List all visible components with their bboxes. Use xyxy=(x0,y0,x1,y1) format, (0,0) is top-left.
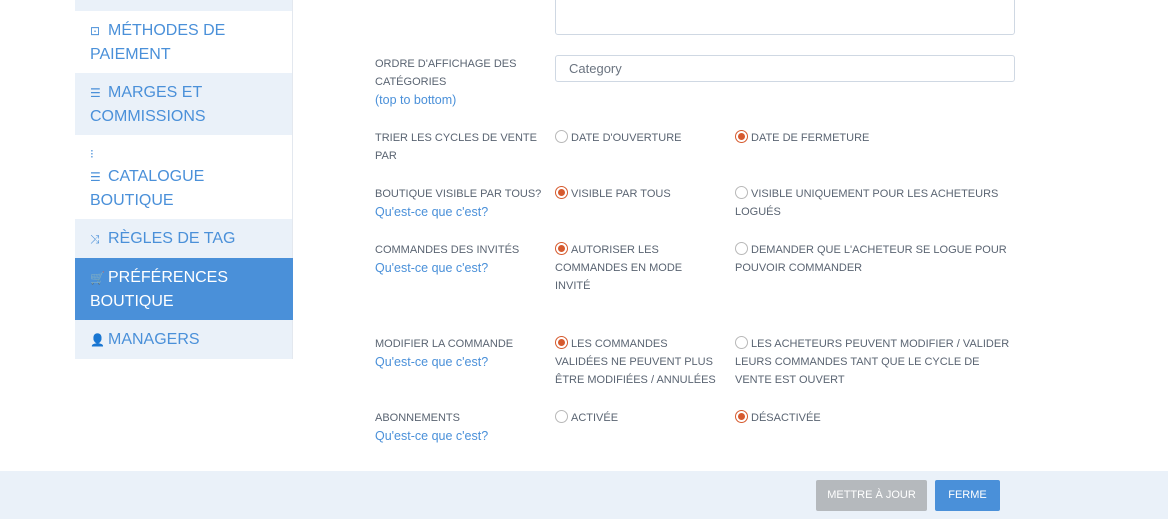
footer-bar: METTRE À JOUR FERME xyxy=(0,471,1168,519)
sidebar-item-label: CATALOGUE BOUTIQUE xyxy=(90,168,205,209)
user-icon: 👤 xyxy=(90,333,105,347)
radio-selected-icon xyxy=(555,242,568,255)
sidebar-item-label: PRÉFÉRENCES BOUTIQUE xyxy=(90,269,229,310)
money-icon: ⊡ xyxy=(90,24,101,38)
sidebar-top-remnant xyxy=(75,0,293,11)
sidebar-item-label: MARGES ET COMMISSIONS xyxy=(90,84,206,125)
update-button[interactable]: METTRE À JOUR xyxy=(816,480,927,511)
sidebar-item-margins[interactable]: ☰ MARGES ET COMMISSIONS xyxy=(75,73,293,135)
radio-icon xyxy=(555,130,568,143)
radio-allow-guest[interactable]: AUTORISER LES COMMANDES EN MODE INVITÉ xyxy=(555,241,720,295)
sidebar-item-managers[interactable]: 👤 MANAGERS xyxy=(75,320,293,359)
shop-visible-label: BOUTIQUE VISIBLE PAR TOUS? Qu'est-ce que… xyxy=(375,185,545,221)
radio-orders-editable[interactable]: LES ACHETEURS PEUVENT MODIFIER / VALIDER… xyxy=(735,335,1015,389)
category-order-label: ORDRE D'AFFICHAGE DES CATÉGORIES (top to… xyxy=(375,55,545,109)
sidebar-item-tag-rules[interactable]: ⤨ RÈGLES DE TAG xyxy=(75,219,293,258)
help-link[interactable]: Qu'est-ce que c'est? xyxy=(375,203,545,221)
radio-icon xyxy=(555,410,568,423)
radio-selected-icon xyxy=(735,410,748,423)
subscriptions-label: ABONNEMENTS Qu'est-ce que c'est? xyxy=(375,409,545,445)
radio-subscriptions-off[interactable]: DÉSACTIVÉE xyxy=(735,409,1015,427)
random-icon: ⤨ xyxy=(90,232,100,246)
radio-selected-icon xyxy=(555,186,568,199)
sidebar-item-label: MÉTHODES DE PAIEMENT xyxy=(90,22,226,63)
radio-closing-date[interactable]: DATE DE FERMETURE xyxy=(735,129,1015,147)
list-icon: ☰ xyxy=(90,86,101,100)
radio-subscriptions-on[interactable]: ACTIVÉE xyxy=(555,409,720,427)
radio-visible-all[interactable]: VISIBLE PAR TOUS xyxy=(555,185,720,203)
help-link[interactable]: Qu'est-ce que c'est? xyxy=(375,427,545,445)
modify-order-label: MODIFIER LA COMMANDE Qu'est-ce que c'est… xyxy=(375,335,545,371)
sidebar-item-payment-methods[interactable]: ⊡ MÉTHODES DE PAIEMENT xyxy=(75,11,293,73)
radio-opening-date[interactable]: DATE D'OUVERTURE xyxy=(555,129,720,147)
cart-icon: 🛒 xyxy=(90,271,105,285)
description-textarea[interactable] xyxy=(555,0,1015,35)
close-button[interactable]: FERME xyxy=(935,480,1000,511)
radio-icon xyxy=(735,186,748,199)
top-to-bottom-hint: (top to bottom) xyxy=(375,93,457,107)
page: ⊡ MÉTHODES DE PAIEMENT ☰ MARGES ET COMMISS… xyxy=(0,0,1168,519)
radio-icon xyxy=(735,336,748,349)
list-ul-icon: ⁝☰ xyxy=(90,147,101,184)
radio-icon xyxy=(735,242,748,255)
radio-selected-icon xyxy=(555,336,568,349)
radio-orders-locked[interactable]: LES COMMANDES VALIDÉES NE PEUVENT PLUS Ê… xyxy=(555,335,720,389)
sidebar-item-label: RÈGLES DE TAG xyxy=(108,230,236,247)
sidebar-nav: ⊡ MÉTHODES DE PAIEMENT ☰ MARGES ET COMMISS… xyxy=(75,0,293,359)
guest-orders-label: COMMANDES DES INVITÉS Qu'est-ce que c'es… xyxy=(375,241,545,277)
help-link[interactable]: Qu'est-ce que c'est? xyxy=(375,259,545,277)
sort-cycles-label: TRIER LES CYCLES DE VENTE PAR xyxy=(375,132,537,162)
sidebar-item-label: MANAGERS xyxy=(108,331,200,348)
sidebar-item-shop-preferences[interactable]: 🛒 PRÉFÉRENCES BOUTIQUE xyxy=(75,258,293,320)
radio-require-login[interactable]: DEMANDER QUE L'ACHETEUR SE LOGUE POUR PO… xyxy=(735,241,1015,277)
sidebar-item-catalogue[interactable]: ⁝☰ CATALOGUE BOUTIQUE xyxy=(75,135,293,219)
radio-selected-icon xyxy=(735,130,748,143)
radio-visible-logged[interactable]: VISIBLE UNIQUEMENT POUR LES ACHETEURS LO… xyxy=(735,185,1015,221)
help-link[interactable]: Qu'est-ce que c'est? xyxy=(375,353,545,371)
category-order-input[interactable]: Category xyxy=(555,55,1015,82)
